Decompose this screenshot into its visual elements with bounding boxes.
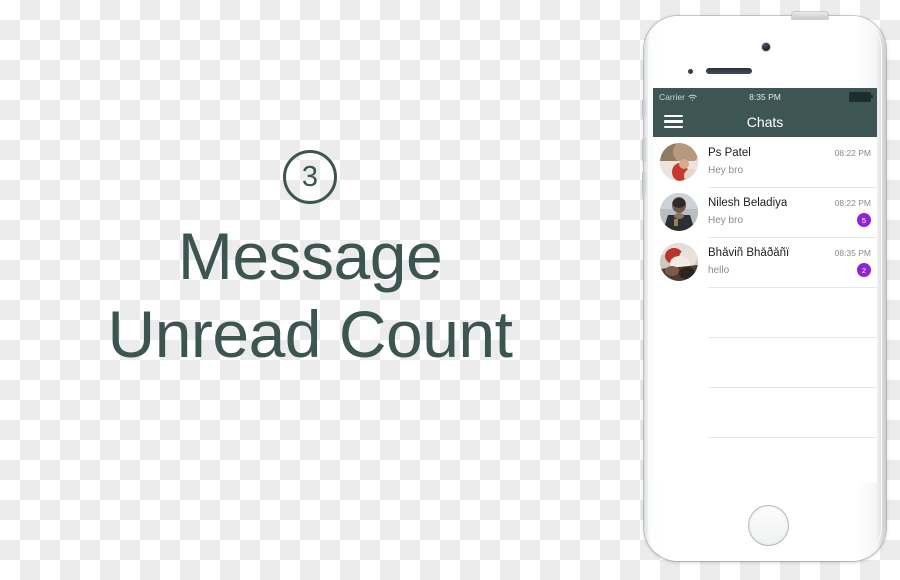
volume-up-button[interactable] <box>642 138 647 162</box>
chat-timestamp: 08:22 PM <box>834 148 871 158</box>
hamburger-bar <box>664 120 683 123</box>
chat-list: Ps Patel 08:22 PM Hey bro Nilesh Beladiy… <box>653 137 877 482</box>
navigation-bar: Chats <box>653 106 877 137</box>
chat-list-empty-row <box>653 437 877 482</box>
status-bar: Carrier 8:35 PM <box>653 88 877 106</box>
chat-preview-text: Hey bro <box>708 214 744 226</box>
earpiece-speaker-icon <box>706 68 752 74</box>
hamburger-bar <box>664 114 683 118</box>
chat-list-item[interactable]: Nilesh Beladiya 08:22 PM Hey bro 5 <box>653 187 877 237</box>
home-button-inner <box>751 508 786 543</box>
nav-title: Chats <box>746 113 784 130</box>
status-bar-left: Carrier <box>659 92 697 102</box>
chat-timestamp: 08:22 PM <box>834 198 871 208</box>
page-title-line-1: Message <box>177 219 443 293</box>
front-camera-icon <box>762 43 770 51</box>
phone-body: Carrier 8:35 PM Chats Ps Patel 08:22 PM … <box>642 12 886 561</box>
avatar <box>660 193 698 231</box>
avatar <box>660 243 698 281</box>
carrier-label: Carrier <box>659 92 685 102</box>
chat-contact-name: Nilesh Beladiya <box>708 197 788 209</box>
chat-list-empty-row <box>653 287 877 337</box>
chat-item-content: Bhåviñ Bhåðåñï 08:35 PM hello 2 <box>708 247 877 277</box>
unread-count-badge: 2 <box>857 263 871 277</box>
chat-list-item[interactable]: Bhåviñ Bhåðåñï 08:35 PM hello 2 <box>653 237 877 287</box>
chat-list-empty-row <box>653 337 877 387</box>
chat-item-header: Nilesh Beladiya 08:22 PM <box>708 197 871 209</box>
chat-item-header: Bhåviñ Bhåðåñï 08:35 PM <box>708 247 871 259</box>
battery-icon <box>849 92 873 102</box>
wifi-icon <box>688 93 697 101</box>
chat-item-content: Nilesh Beladiya 08:22 PM Hey bro 5 <box>708 197 877 227</box>
avatar <box>660 143 698 181</box>
chat-contact-name: Ps Patel <box>708 147 751 159</box>
page-title: Message Unread Count <box>0 218 620 374</box>
home-button[interactable] <box>748 505 789 546</box>
step-number-badge: 3 <box>283 150 337 204</box>
hamburger-bar <box>664 125 683 129</box>
chat-list-empty-row <box>653 387 877 437</box>
status-bar-right <box>849 92 873 102</box>
unread-count-badge: 5 <box>857 213 871 227</box>
hamburger-menu-icon[interactable] <box>664 114 683 129</box>
phone-mockup: Carrier 8:35 PM Chats Ps Patel 08:22 PM … <box>641 12 889 564</box>
phone-screen: Carrier 8:35 PM Chats Ps Patel 08:22 PM … <box>653 88 877 482</box>
chat-list-item[interactable]: Ps Patel 08:22 PM Hey bro <box>653 137 877 187</box>
chat-item-footer: hello 2 <box>708 263 871 277</box>
step-number-text: 3 <box>301 160 319 193</box>
proximity-sensor-icon <box>688 69 693 74</box>
chat-item-footer: Hey bro 5 <box>708 213 871 227</box>
chat-contact-name: Bhåviñ Bhåðåñï <box>708 247 790 259</box>
headline-block: 3 Message Unread Count <box>0 150 620 374</box>
page-title-line-2: Unread Count <box>107 296 513 371</box>
silent-switch[interactable] <box>642 100 647 117</box>
chat-timestamp: 08:35 PM <box>834 248 871 258</box>
power-button[interactable] <box>792 12 828 19</box>
chat-item-footer: Hey bro <box>708 163 871 177</box>
chat-item-header: Ps Patel 08:22 PM <box>708 147 871 159</box>
volume-down-button[interactable] <box>642 172 647 196</box>
chat-preview-text: hello <box>708 264 730 276</box>
chat-item-content: Ps Patel 08:22 PM Hey bro <box>708 147 877 177</box>
chat-preview-text: Hey bro <box>708 164 744 176</box>
